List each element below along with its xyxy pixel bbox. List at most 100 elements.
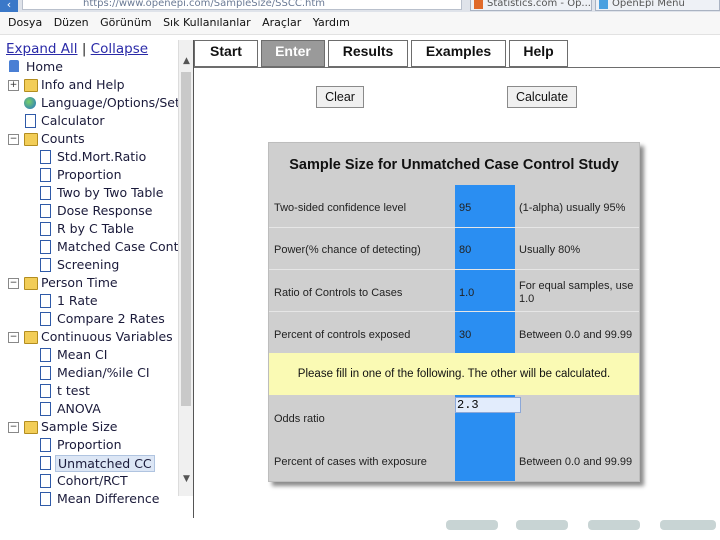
document-icon — [40, 492, 51, 506]
browser-tab-statistics[interactable]: Statistics.com - Op... — [470, 0, 592, 11]
menu-view[interactable]: Görünüm — [100, 12, 151, 34]
tree-label: 1 Rate — [57, 293, 98, 308]
browser-tab-openepi[interactable]: OpenEpi Menu — [595, 0, 720, 11]
odds-ratio-label: Odds ratio — [274, 413, 325, 425]
controls-exposed-value[interactable]: 30 — [459, 329, 471, 341]
ratio-value[interactable]: 1.0 — [459, 287, 474, 299]
tree-item-one-rate[interactable]: 1 Rate — [0, 292, 178, 310]
scroll-up-icon[interactable]: ▲ — [179, 54, 194, 68]
collapse-link[interactable]: Collapse — [91, 41, 148, 57]
tree-node-calculator[interactable]: Calculator — [0, 112, 178, 130]
tab-results[interactable]: Results — [328, 40, 408, 67]
folder-icon — [24, 79, 38, 92]
ratio-note: For equal samples, use 1.0 — [519, 280, 634, 305]
menu-file[interactable]: Dosya — [8, 12, 42, 34]
collapse-minus-icon[interactable]: − — [8, 332, 19, 343]
tree-item-t-test[interactable]: t test — [0, 382, 178, 400]
scroll-down-icon[interactable]: ▼ — [179, 472, 194, 486]
panel-title: Sample Size for Unmatched Case Control S… — [289, 157, 619, 173]
odds-ratio-input[interactable]: 2.3 — [455, 397, 521, 413]
tab-start[interactable]: Start — [194, 40, 258, 67]
tree-label: Language/Options/Set — [41, 95, 178, 110]
cases-exposure-note: Between 0.0 and 99.99 — [519, 456, 633, 468]
scroll-thumb[interactable] — [181, 72, 191, 406]
tab-help[interactable]: Help — [509, 40, 568, 67]
tree-label: Compare 2 Rates — [57, 311, 165, 326]
openepi-favicon-icon — [599, 0, 608, 9]
logo-fragment — [446, 520, 498, 530]
tree-item-matched-case-control[interactable]: Matched Case Cont — [0, 238, 178, 256]
tree-item-proportion[interactable]: Proportion — [0, 166, 178, 184]
browser-top-bar: ‹ https://www.openepi.com/SampleSize/SSC… — [0, 0, 720, 12]
menu-help[interactable]: Yardım — [313, 12, 350, 34]
tree-node-sample-size[interactable]: − Sample Size — [0, 418, 178, 436]
collapse-minus-icon[interactable]: − — [8, 134, 19, 145]
tree-node-info-help[interactable]: + Info and Help — [0, 76, 178, 94]
tree-item-unmatched-cc[interactable]: Unmatched CC — [0, 454, 178, 472]
tree-item-dose-response[interactable]: Dose Response — [0, 202, 178, 220]
tree-label: Proportion — [57, 437, 122, 452]
tree-item-r-by-c[interactable]: R by C Table — [0, 220, 178, 238]
logo-fragment — [516, 520, 568, 530]
tree-item-ss-proportion[interactable]: Proportion — [0, 436, 178, 454]
collapse-minus-icon[interactable]: − — [8, 422, 19, 433]
back-button[interactable]: ‹ — [0, 0, 18, 12]
tree-item-cohort-rct[interactable]: Cohort/RCT — [0, 472, 178, 490]
tree-item-median-ci[interactable]: Median/%ile CI — [0, 364, 178, 382]
tree-scrollbar[interactable]: ▲ ▼ — [178, 40, 194, 496]
tree-item-mean-ci[interactable]: Mean CI — [0, 346, 178, 364]
power-value[interactable]: 80 — [459, 244, 471, 256]
tree-item-anova[interactable]: ANOVA — [0, 400, 178, 418]
tab-examples[interactable]: Examples — [411, 40, 506, 67]
fill-instruction: Please fill in one of the following. The… — [297, 368, 611, 380]
tree-label: ANOVA — [57, 401, 101, 416]
tree-label: Matched Case Cont — [57, 239, 178, 254]
document-icon — [40, 168, 51, 182]
tree-node-counts[interactable]: − Counts — [0, 130, 178, 148]
navigation-tree: Expand All | Collapse Home + Info and He… — [0, 36, 178, 518]
link-separator: | — [81, 41, 87, 57]
calculate-button[interactable]: Calculate — [507, 86, 577, 108]
tree-label: Cohort/RCT — [57, 473, 128, 488]
browser-tab-label: Statistics.com - Op... — [487, 0, 591, 9]
document-icon — [40, 294, 51, 308]
tree-item-std-mort-ratio[interactable]: Std.Mort.Ratio — [0, 148, 178, 166]
tree-label: Home — [26, 59, 63, 74]
menu-edit[interactable]: Düzen — [54, 12, 89, 34]
controls-exposed-label: Percent of controls exposed — [274, 329, 411, 341]
frame-divider — [193, 40, 194, 518]
tree-label: Continuous Variables — [41, 329, 173, 344]
menu-bar: Dosya Düzen Görünüm Sık Kullanılanlar Ar… — [0, 12, 720, 35]
collapse-minus-icon[interactable]: − — [8, 278, 19, 289]
tree-node-language[interactable]: Language/Options/Set — [0, 94, 178, 112]
globe-icon — [24, 97, 36, 109]
home-icon — [9, 60, 19, 72]
tree-item-screening[interactable]: Screening — [0, 256, 178, 274]
tree-item-mean-difference[interactable]: Mean Difference — [0, 490, 178, 508]
document-icon — [40, 258, 51, 272]
menu-favorites[interactable]: Sık Kullanılanlar — [163, 12, 251, 34]
tree-label: Mean Difference — [57, 491, 160, 506]
tree-node-home[interactable]: Home — [0, 58, 178, 76]
expand-plus-icon[interactable]: + — [8, 80, 19, 91]
tree-node-person-time[interactable]: − Person Time — [0, 274, 178, 292]
tree-label: Proportion — [57, 167, 122, 182]
tree-label: Mean CI — [57, 347, 108, 362]
expand-all-link[interactable]: Expand All — [6, 41, 78, 57]
confidence-value[interactable]: 95 — [459, 202, 471, 214]
document-icon — [40, 186, 51, 200]
clear-button[interactable]: Clear — [316, 86, 364, 108]
tree-item-two-by-two[interactable]: Two by Two Table — [0, 184, 178, 202]
tree-node-continuous[interactable]: − Continuous Variables — [0, 328, 178, 346]
tree-item-compare-rates[interactable]: Compare 2 Rates — [0, 310, 178, 328]
document-icon — [40, 348, 51, 362]
tab-underline — [194, 67, 720, 68]
tab-enter[interactable]: Enter — [261, 40, 325, 67]
open-folder-icon — [24, 421, 38, 434]
tree-label-selected: Unmatched CC — [55, 455, 155, 472]
menu-tools[interactable]: Araçlar — [262, 12, 301, 34]
document-icon — [40, 240, 51, 254]
row-separator — [269, 269, 639, 270]
tree-label: Counts — [41, 131, 85, 146]
address-bar[interactable]: https://www.openepi.com/SampleSize/SSCC.… — [22, 0, 462, 10]
